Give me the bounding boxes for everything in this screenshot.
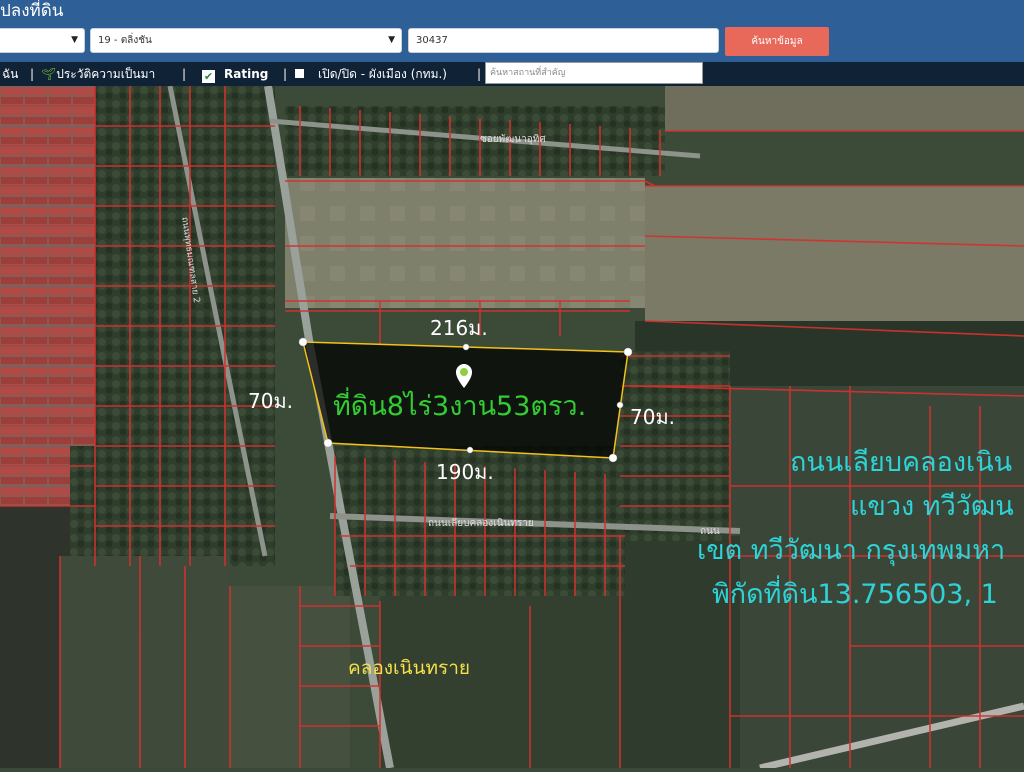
street-label-road-2: ถนน (700, 526, 720, 537)
village-bottom-left (70, 446, 270, 556)
plot-area-label: ที่ดิน8ไร่3งาน53ตรว. (333, 391, 587, 422)
street-label-road: ถนนเลียบคลองเนินทราย (428, 518, 534, 529)
address-line-1: ถนนเลียบคลองเนิน (790, 447, 1013, 478)
toolbar-item-rating-label: Rating (224, 67, 269, 81)
toolbar-item-history-label: ประวัติความเป็นมา (56, 67, 156, 81)
toolbar-item-history[interactable]: 🌱︎ประวัติความเป็นมา (41, 65, 155, 83)
toolbar-divider: | (182, 67, 187, 81)
toolbar-divider: | (283, 67, 288, 81)
parcel-number-input[interactable]: 30437 (408, 28, 719, 53)
field-bottom-strip (230, 586, 350, 768)
field-bottom-far-left (60, 556, 230, 768)
vertex-handle (616, 401, 624, 409)
province-select[interactable]: ▼ (0, 28, 85, 53)
address-line-2: แขวง ทวีวัฒน (850, 491, 1014, 522)
toolbar-item-rating[interactable]: ✔ Rating (202, 65, 268, 83)
satellite-map[interactable]: 216ม. 70ม. 70ม. 190ม. ที่ดิน8ไร่3งาน53ตร… (0, 85, 1024, 772)
district-select-value: 19 - ตลิ่งชัน (98, 35, 152, 46)
canal-label: คลองเนินทราย (348, 657, 471, 679)
village-area (0, 86, 95, 506)
field-brown-top (285, 178, 645, 308)
dimension-top-label: 216ม. (430, 316, 488, 340)
address-line-3: เขต ทวีวัฒนา กรุงเทพมหา (697, 535, 1006, 566)
dimension-right-label: 70ม. (630, 405, 675, 429)
vertex-handle (462, 343, 470, 351)
chevron-down-icon: ▼ (71, 35, 78, 45)
checkbox-checked-icon: ✔ (202, 70, 215, 83)
vertex-handle (323, 438, 333, 448)
field-bottom-right (620, 536, 740, 768)
chevron-down-icon: ▼ (388, 35, 395, 45)
page-title: ปลงที่ดิน (0, 1, 64, 21)
toolbar-item-layer[interactable]: เปิด/ปิด - ผังเมือง (กทม.) (295, 65, 447, 83)
dimension-bottom-label: 190ม. (436, 460, 494, 484)
sprout-icon: 🌱︎ (41, 67, 57, 81)
toolbar-item-layer-label: เปิด/ปิด - ผังเมือง (กทม.) (318, 67, 447, 81)
address-line-4: พิกัดที่ดิน13.756503, 1 (712, 579, 998, 610)
vertex-handle (298, 337, 308, 347)
toolbar-divider: | (30, 67, 35, 81)
parcel-number-value: 30437 (416, 35, 448, 46)
field-brown-top-right (665, 86, 1024, 131)
toolbar-item-land[interactable]: ฉัน (2, 65, 18, 83)
map-canvas (0, 85, 1024, 772)
place-search-placeholder: ค้นหาสถานที่สำคัญ (490, 68, 566, 78)
dimension-left-label: 70ม. (248, 389, 293, 413)
buildings-top (285, 106, 665, 176)
vertex-handle (608, 453, 618, 463)
vertex-handle (466, 446, 474, 454)
search-button[interactable]: ค้นหาข้อมูล (725, 27, 829, 56)
place-search-input[interactable]: ค้นหาสถานที่สำคัญ (485, 62, 703, 84)
district-select[interactable]: 19 - ตลิ่งชัน ▼ (90, 28, 402, 53)
street-label-soi: ซอยพัฒนาอุทิศ (480, 134, 546, 145)
field-brown-right (645, 186, 1024, 331)
checkbox-unchecked-icon (295, 69, 304, 78)
vertex-handle (623, 347, 633, 357)
toolbar-divider: | (477, 67, 482, 81)
header-bar: ปลงที่ดิน ▼ 19 - ตลิ่งชัน ▼ 30437 ค้นหาข… (0, 0, 1024, 62)
